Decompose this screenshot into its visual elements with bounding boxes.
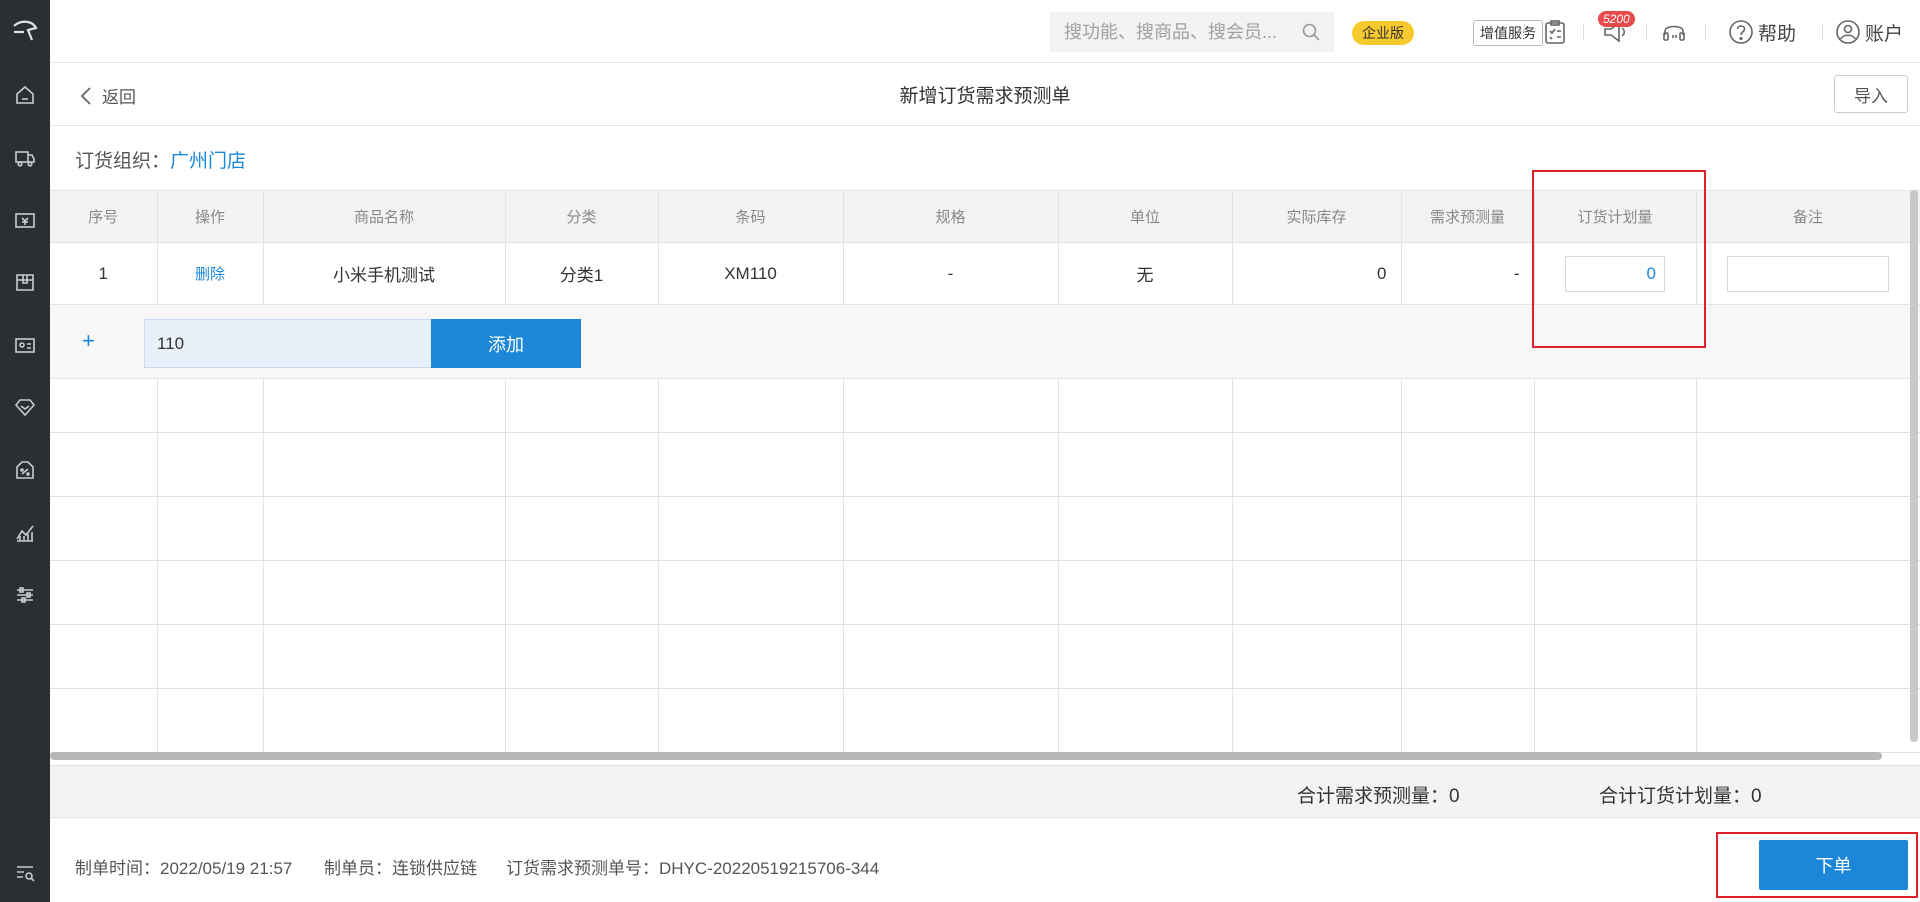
page-title: 新增订货需求预测单	[899, 86, 1071, 107]
search-icon[interactable]	[1302, 23, 1320, 41]
help-label: 帮助	[1758, 23, 1797, 45]
import-button[interactable]: 导入	[1834, 75, 1908, 113]
empty-row	[50, 624, 1920, 689]
diamond-icon	[14, 399, 36, 417]
cell-spec: -	[843, 242, 1059, 305]
column-header-name: 商品名称	[263, 190, 506, 243]
plan-qty-input[interactable]	[1565, 255, 1665, 292]
add-product-button[interactable]: 添加	[431, 319, 581, 368]
created-time: 制单时间：2022/05/19 21:57	[75, 859, 293, 878]
column-header-plan-qty: 订货计划量	[1534, 190, 1697, 243]
cell-barcode: XM110	[658, 242, 844, 305]
logo[interactable]	[0, 8, 50, 54]
column-header-stock: 实际库存	[1232, 190, 1402, 243]
menu-search-icon	[17, 866, 35, 882]
headset-icon	[1663, 25, 1685, 41]
divider	[1705, 24, 1706, 40]
cell-category: 分类1	[505, 242, 659, 305]
forecast-table: 序号 操作 商品名称 分类 条码 规格 单位 实际库存 需求预测量 订货计划量 …	[50, 190, 1920, 765]
sidebar-item-delivery[interactable]	[0, 143, 50, 173]
box-icon	[16, 274, 34, 291]
column-header-forecast: 需求预测量	[1401, 190, 1535, 243]
forecast-total: 合计需求预测量：0	[1297, 786, 1460, 807]
table-row: 1 删除 小米手机测试 分类1 XM110 - 无 0 -	[50, 242, 1920, 305]
member-card-icon	[15, 338, 35, 353]
sidebar	[0, 0, 50, 902]
plan-total: 合计订货计划量：0	[1599, 786, 1762, 807]
table-header: 序号 操作 商品名称 分类 条码 规格 单位 实际库存 需求预测量 订货计划量 …	[50, 190, 1920, 243]
column-header-remark: 备注	[1696, 190, 1920, 243]
truck-icon	[15, 151, 35, 167]
sidebar-item-home[interactable]	[0, 80, 50, 110]
clipboard-icon	[1545, 20, 1565, 44]
order-organization: 订货组织：广州门店	[75, 146, 246, 173]
account-button[interactable]: 账户	[1835, 18, 1903, 46]
column-header-index: 序号	[50, 190, 158, 243]
top-header: 企业版 增值服务 5200 帮助 账户	[50, 0, 1920, 63]
search-input[interactable]	[1064, 21, 1294, 43]
help-icon	[1729, 20, 1753, 44]
remark-input[interactable]	[1727, 255, 1889, 292]
empty-row	[50, 496, 1920, 561]
logo-icon	[13, 20, 38, 41]
cell-remark	[1696, 242, 1920, 305]
horizontal-scrollbar[interactable]	[50, 752, 1882, 760]
sidebar-item-finance[interactable]	[0, 205, 50, 235]
customer-service-button[interactable]	[1661, 18, 1687, 46]
chart-icon	[16, 525, 34, 542]
sidebar-item-members[interactable]	[0, 330, 50, 360]
column-header-unit: 单位	[1058, 190, 1233, 243]
sidebar-item-vip[interactable]	[0, 392, 50, 422]
creator: 制单员：连锁供应链	[324, 859, 477, 878]
cell-stock: 0	[1232, 242, 1402, 305]
empty-row	[50, 560, 1920, 625]
cell-name: 小米手机测试	[263, 242, 506, 305]
footer: 制单时间：2022/05/19 21:57 制单员：连锁供应链 订货需求预测单号…	[50, 818, 1920, 902]
column-header-barcode: 条码	[658, 190, 844, 243]
user-icon	[1836, 20, 1860, 44]
cell-unit: 无	[1058, 242, 1233, 305]
product-search-input[interactable]	[144, 319, 432, 368]
sidebar-item-reports[interactable]	[0, 517, 50, 547]
sidebar-item-goods[interactable]	[0, 267, 50, 297]
sidebar-item-promotion[interactable]	[0, 455, 50, 485]
sliders-icon	[17, 587, 33, 603]
tasks-button[interactable]	[1543, 18, 1567, 46]
divider	[1822, 24, 1823, 40]
cell-index: 1	[50, 242, 158, 305]
cell-forecast: -	[1401, 242, 1535, 305]
submit-order-button[interactable]: 下单	[1759, 840, 1908, 890]
column-header-spec: 规格	[843, 190, 1059, 243]
empty-row	[50, 432, 1920, 497]
divider	[1646, 24, 1647, 40]
divider	[1583, 24, 1584, 40]
document-number: 订货需求预测单号：DHYC-20220519215706-344	[506, 859, 880, 878]
column-header-category: 分类	[505, 190, 659, 243]
totals-bar: 合计需求预测量：0 合计订货计划量：0	[50, 765, 1920, 818]
home-icon	[16, 85, 34, 104]
cell-action: 删除	[157, 242, 264, 305]
coupon-icon	[16, 461, 34, 479]
divider	[1524, 24, 1525, 40]
vertical-scrollbar[interactable]	[1910, 190, 1918, 742]
delete-link[interactable]: 删除	[195, 266, 225, 283]
add-row-plus-button[interactable]: +	[82, 328, 95, 354]
account-label: 账户	[1865, 23, 1904, 45]
value-added-services-button[interactable]: 增值服务	[1473, 20, 1543, 46]
title-bar: 返回 新增订货需求预测单 导入	[50, 63, 1920, 126]
org-value[interactable]: 广州门店	[170, 151, 246, 172]
edition-badge[interactable]: 企业版	[1352, 21, 1414, 45]
notice-count-badge: 5200	[1598, 11, 1635, 27]
empty-row	[50, 378, 1920, 433]
sidebar-item-menu-search[interactable]	[0, 858, 50, 888]
app: 企业版 增值服务 5200 帮助 账户 返回 新增订货需求预测单	[0, 0, 1920, 902]
sidebar-item-settings[interactable]	[0, 580, 50, 610]
empty-row	[50, 688, 1920, 753]
money-icon	[15, 213, 35, 228]
org-label: 订货组织：	[75, 151, 171, 172]
cell-plan-qty	[1534, 242, 1697, 305]
column-header-action: 操作	[157, 190, 264, 243]
global-search[interactable]	[1050, 12, 1334, 52]
help-button[interactable]: 帮助	[1728, 18, 1796, 46]
